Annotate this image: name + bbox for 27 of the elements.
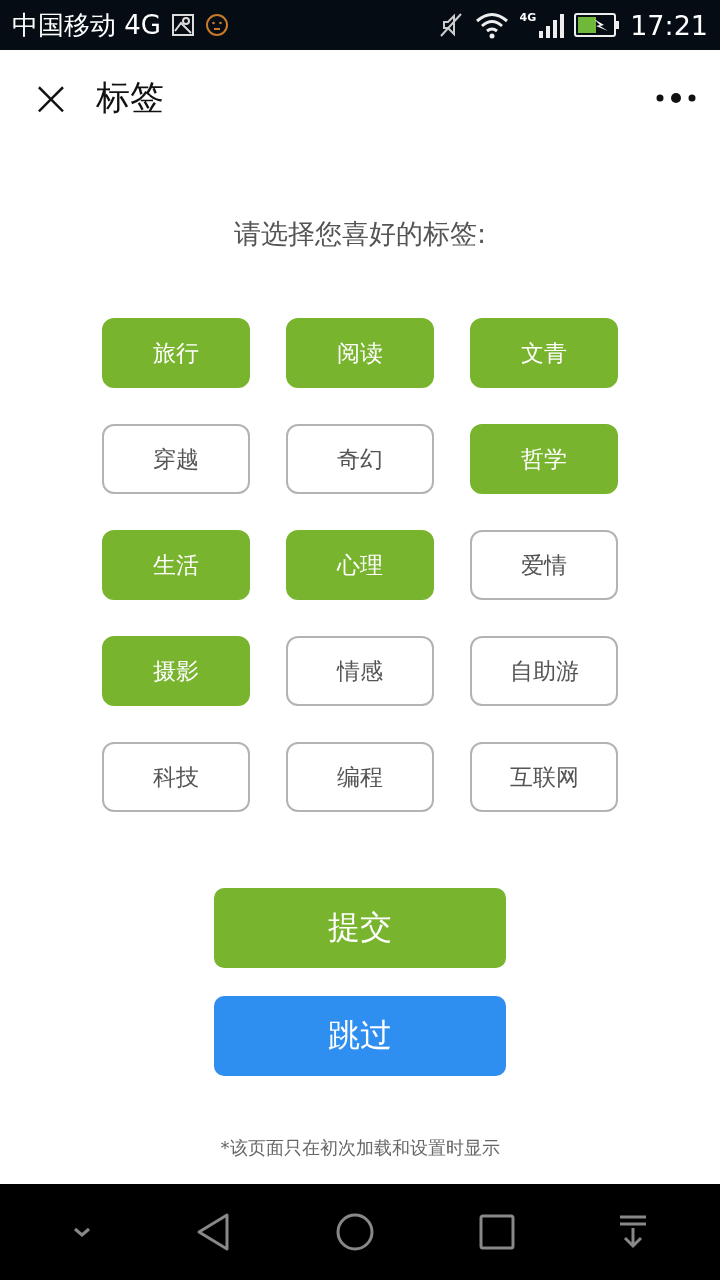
tag-chip[interactable]: 穿越 [102,424,250,494]
tag-chip[interactable]: 互联网 [470,742,618,812]
network-type-label: 4G [519,11,537,24]
footnote-text: *该页面只在初次加载和设置时显示 [220,1136,500,1160]
clock-time: 17:21 [630,9,708,41]
prompt-text: 请选择您喜好的标签: [233,217,487,251]
back-icon[interactable] [195,1212,232,1252]
battery-charging-icon [574,13,621,37]
tag-chip[interactable]: 自助游 [470,636,618,706]
home-icon[interactable] [335,1212,375,1252]
tag-chip[interactable]: 奇幻 [286,424,434,494]
tag-chip[interactable]: 编程 [286,742,434,812]
download-icon[interactable] [618,1214,649,1250]
page-title: 标签 [96,76,164,119]
recents-icon[interactable] [478,1214,515,1250]
more-icon[interactable] [656,92,696,104]
wifi-icon [473,11,510,39]
image-icon [170,13,195,37]
close-button[interactable]: × [30,73,70,123]
tag-chip[interactable]: 科技 [102,742,250,812]
chevron-down-icon[interactable] [71,1226,92,1238]
tag-chip[interactable]: 爱情 [470,530,618,600]
carrier-name: 中国移动 4G [12,8,161,42]
tag-chip[interactable]: 情感 [286,636,434,706]
mute-icon [437,12,464,38]
face-icon [204,13,229,37]
signal-icon [538,11,565,39]
